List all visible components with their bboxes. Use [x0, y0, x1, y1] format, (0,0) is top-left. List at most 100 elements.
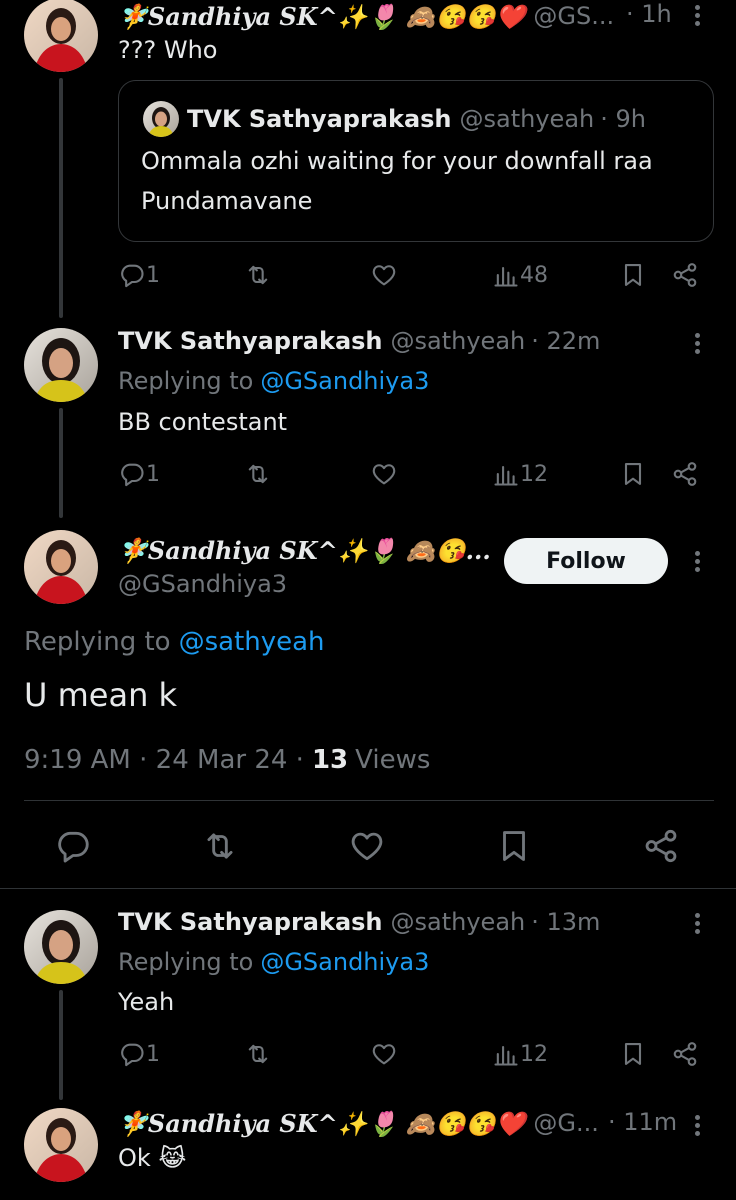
replying-to-link[interactable]: @GSandhiya3: [260, 367, 429, 395]
more-icon[interactable]: [695, 910, 701, 937]
retweet-button[interactable]: [244, 1040, 272, 1068]
more-icon[interactable]: [695, 1112, 701, 1139]
tweet3-text: Yeah: [118, 988, 175, 1016]
like-button[interactable]: [370, 261, 398, 289]
avatar-sandhiya[interactable]: [24, 0, 98, 72]
quote-author-name: TVK Sathyaprakash: [187, 105, 452, 133]
bookmark-icon: [619, 261, 647, 289]
tweet4-time[interactable]: · 11m: [608, 1108, 677, 1136]
avatar-sathya[interactable]: [24, 328, 98, 402]
reply-button[interactable]: 1: [118, 261, 160, 289]
views-icon: [492, 261, 520, 289]
retweet-icon: [244, 1040, 272, 1068]
share-button[interactable]: [671, 1040, 699, 1068]
main-author-name[interactable]: 🧚Sandhiya SK^✨🌷 🙈😘...: [118, 536, 491, 565]
tweet4-handle[interactable]: @G...: [533, 1109, 598, 1137]
replying-to-label: Replying to: [118, 367, 254, 395]
divider: [24, 800, 714, 801]
tweet2-replying: Replying to @GSandhiya3: [118, 365, 429, 397]
tweet1-time[interactable]: · 1h: [626, 0, 672, 28]
bookmark-icon: [495, 827, 533, 865]
tweet1-handle[interactable]: @GS...: [533, 2, 614, 30]
thread-line: [59, 78, 63, 318]
share-button[interactable]: [671, 460, 699, 488]
replying-to-label: Replying to: [24, 627, 171, 657]
tweet3-replying: Replying to @GSandhiya3: [118, 946, 429, 978]
more-icon[interactable]: [695, 548, 701, 575]
share-button[interactable]: [671, 261, 699, 289]
tweet1-header: 🧚Sandhiya SK^✨🌷 🙈😘😘❤️ @GS...: [118, 0, 614, 32]
tweet2-author-name[interactable]: TVK Sathyaprakash: [118, 327, 383, 355]
avatar-sandhiya[interactable]: [24, 1108, 98, 1182]
tweet2-header: TVK Sathyaprakash @sathyeah · 22m: [118, 325, 600, 357]
share-icon: [671, 1040, 699, 1068]
bookmark-icon: [619, 1040, 647, 1068]
like-button[interactable]: [348, 827, 386, 865]
tweet4-text: Ok 😹: [118, 1144, 187, 1172]
avatar-sathya[interactable]: [24, 910, 98, 984]
share-icon: [671, 261, 699, 289]
tweet4-header: 🧚Sandhiya SK^✨🌷 🙈😘😘❤️ @G...: [118, 1106, 599, 1140]
reply-icon: [118, 1040, 146, 1068]
like-icon: [370, 261, 398, 289]
like-icon: [348, 827, 386, 865]
main-tweet-text: U mean k: [24, 676, 178, 714]
share-icon: [671, 460, 699, 488]
avatar-sathya-small[interactable]: [143, 101, 179, 137]
retweet-button[interactable]: [244, 261, 272, 289]
like-button[interactable]: [370, 460, 398, 488]
replying-to-link[interactable]: @GSandhiya3: [260, 948, 429, 976]
retweet-icon: [244, 460, 272, 488]
more-icon[interactable]: [695, 2, 701, 29]
quoted-tweet[interactable]: TVK Sathyaprakash @sathyeah · 9h Ommala …: [118, 80, 714, 242]
quote-handle: @sathyeah: [459, 105, 595, 133]
quote-header: TVK Sathyaprakash @sathyeah · 9h: [187, 101, 646, 137]
bookmark-button[interactable]: [619, 1040, 647, 1068]
bookmark-button[interactable]: [619, 261, 647, 289]
reply-icon: [54, 827, 92, 865]
reply-button[interactable]: 1: [118, 1040, 160, 1068]
views-count: 12: [520, 1041, 548, 1067]
main-handle[interactable]: @GSandhiya3: [118, 570, 287, 598]
tweet2-time[interactable]: · 22m: [531, 327, 600, 355]
tweet3-author-name[interactable]: TVK Sathyaprakash: [118, 908, 383, 936]
tweet2-handle[interactable]: @sathyeah: [391, 327, 526, 355]
quote-time: · 9h: [600, 105, 646, 133]
main-views-label[interactable]: Views: [355, 745, 430, 775]
tweet2-text: BB contestant: [118, 408, 288, 436]
reply-button[interactable]: 1: [118, 460, 160, 488]
replying-to-link[interactable]: @sathyeah: [179, 627, 325, 657]
share-button[interactable]: [642, 827, 680, 865]
tweet3-time[interactable]: · 13m: [531, 908, 600, 936]
more-icon[interactable]: [695, 330, 701, 357]
bookmark-button[interactable]: [495, 827, 533, 865]
main-views-count[interactable]: 13: [312, 745, 348, 775]
quote-text-line2: Pundamavane: [141, 187, 313, 215]
bookmark-icon: [619, 460, 647, 488]
tweet4-author-name[interactable]: 🧚Sandhiya SK^✨🌷 🙈😘😘❤️: [118, 1109, 525, 1138]
follow-button[interactable]: Follow: [504, 538, 668, 584]
retweet-icon: [244, 261, 272, 289]
like-button[interactable]: [370, 1040, 398, 1068]
views-button[interactable]: 48: [492, 261, 548, 289]
avatar-sandhiya[interactable]: [24, 530, 98, 604]
main-replying: Replying to @sathyeah: [24, 625, 325, 659]
reply-count: 1: [146, 461, 160, 487]
reply-button[interactable]: [54, 827, 92, 865]
retweet-button[interactable]: [244, 460, 272, 488]
reply-count: 1: [146, 262, 160, 288]
views-icon: [492, 1040, 520, 1068]
main-timestamp[interactable]: 9:19 AM · 24 Mar 24 ·: [24, 745, 304, 775]
views-count: 48: [520, 262, 548, 288]
views-icon: [492, 460, 520, 488]
tweet3-handle[interactable]: @sathyeah: [391, 908, 526, 936]
bookmark-button[interactable]: [619, 460, 647, 488]
thread-line: [59, 990, 63, 1100]
tweet3-header: TVK Sathyaprakash @sathyeah · 13m: [118, 906, 600, 938]
tweet1-text: ??? Who: [118, 36, 218, 64]
views-button[interactable]: 12: [492, 1040, 548, 1068]
retweet-button[interactable]: [201, 827, 239, 865]
tweet1-author-name[interactable]: 🧚Sandhiya SK^✨🌷 🙈😘😘❤️: [118, 2, 525, 31]
quote-text-line1: Ommala ozhi waiting for your downfall ra…: [141, 147, 653, 175]
views-button[interactable]: 12: [492, 460, 548, 488]
